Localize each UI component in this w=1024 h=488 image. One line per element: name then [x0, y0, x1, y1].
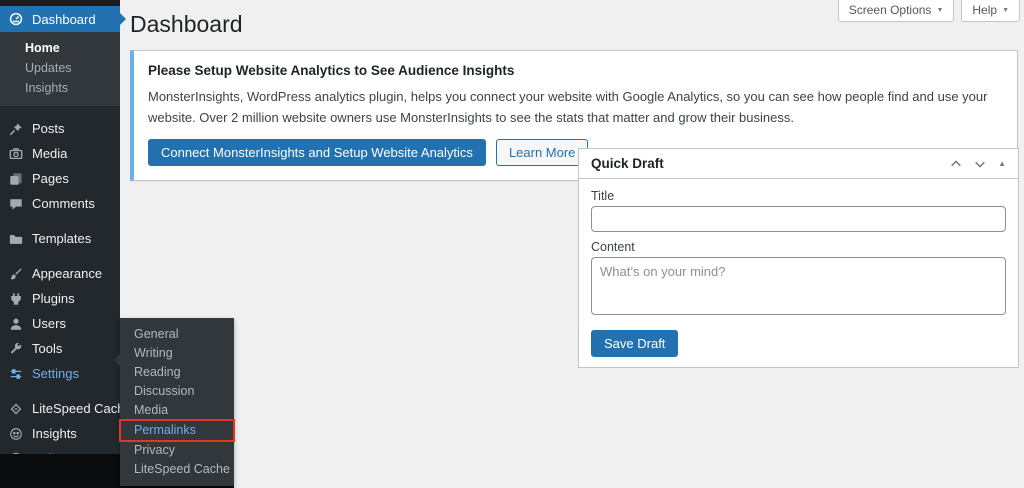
sidebar-item-label: Settings	[32, 366, 79, 381]
title-input[interactable]	[591, 206, 1006, 232]
quick-draft-widget: Quick Draft ▲ Title Content Save Draft	[578, 148, 1019, 368]
sidebar-item-comments[interactable]: Comments	[0, 191, 120, 216]
sidebar-subitem-home[interactable]: Home	[0, 38, 120, 58]
sidebar-item-tools[interactable]: Tools	[0, 336, 120, 361]
admin-menu: Dashboard Home Updates Insights Posts	[0, 6, 120, 471]
sidebar-item-insights[interactable]: Insights	[0, 421, 120, 446]
content-field-label: Content	[591, 240, 1006, 254]
flyout-item-writing[interactable]: Writing	[120, 344, 234, 363]
screen-options-button[interactable]: Screen Options ▼	[838, 0, 955, 22]
quick-draft-body: Title Content Save Draft	[579, 179, 1018, 367]
flyout-arrow	[114, 354, 120, 366]
screen-options-label: Screen Options	[849, 3, 932, 17]
sidebar-item-dashboard[interactable]: Dashboard	[0, 6, 120, 32]
chevron-down-icon: ▼	[936, 7, 943, 14]
sidebar-item-litespeed-cache[interactable]: LiteSpeed Cache	[0, 396, 120, 421]
sidebar-item-label: Templates	[32, 231, 91, 246]
move-down-icon[interactable]	[974, 158, 986, 170]
help-button[interactable]: Help ▼	[961, 0, 1020, 22]
admin-sidebar: Dashboard Home Updates Insights Posts	[0, 0, 120, 488]
notice-title: Please Setup Website Analytics to See Au…	[148, 63, 1003, 78]
pushpin-icon	[8, 121, 24, 137]
title-field-label: Title	[591, 189, 1006, 203]
sidebar-item-templates[interactable]: Templates	[0, 226, 120, 251]
flyout-item-reading[interactable]: Reading	[120, 363, 234, 382]
connect-monsterinsights-button[interactable]: Connect MonsterInsights and Setup Websit…	[148, 139, 486, 166]
sliders-icon	[8, 366, 24, 382]
flyout-item-discussion[interactable]: Discussion	[120, 382, 234, 401]
sidebar-item-label: Media	[32, 146, 67, 161]
dashboard-gauge-icon	[8, 11, 24, 27]
help-label: Help	[972, 3, 997, 17]
sidebar-item-label: Tools	[32, 341, 62, 356]
flyout-item-general[interactable]: General	[120, 325, 234, 344]
paintbrush-icon	[8, 266, 24, 282]
sidebar-item-pages[interactable]: Pages	[0, 166, 120, 191]
flyout-item-litespeed-cache[interactable]: LiteSpeed Cache	[120, 460, 234, 479]
sidebar-item-label: Users	[32, 316, 66, 331]
dashboard-submenu: Home Updates Insights	[0, 32, 120, 106]
flyout-item-privacy[interactable]: Privacy	[120, 441, 234, 460]
sidebar-item-label: Pages	[32, 171, 69, 186]
dashboard-submenu-wrap: Home Updates Insights	[0, 32, 120, 106]
collapse-panel-icon[interactable]: ▲	[998, 159, 1006, 168]
content-textarea[interactable]	[591, 257, 1006, 315]
sidebar-item-settings[interactable]: Settings	[0, 361, 120, 386]
wrench-icon	[8, 341, 24, 357]
sidebar-item-label: Comments	[32, 196, 95, 211]
save-draft-button[interactable]: Save Draft	[591, 330, 678, 357]
folder-icon	[8, 231, 24, 247]
comment-bubble-icon	[8, 196, 24, 212]
move-up-icon[interactable]	[950, 158, 962, 170]
camera-icon	[8, 146, 24, 162]
flyout-item-permalinks[interactable]: Permalinks	[120, 420, 234, 441]
sidebar-subitem-insights[interactable]: Insights	[0, 78, 120, 98]
sidebar-item-plugins[interactable]: Plugins	[0, 286, 120, 311]
sidebar-item-label: Appearance	[32, 266, 102, 281]
flyout-item-media[interactable]: Media	[120, 401, 234, 420]
sidebar-item-label: Plugins	[32, 291, 75, 306]
screen-meta-links: Screen Options ▼ Help ▼	[838, 0, 1020, 22]
monsterinsights-icon	[8, 426, 24, 442]
user-icon	[8, 316, 24, 332]
sidebar-item-label: Posts	[32, 121, 65, 136]
pages-icon	[8, 171, 24, 187]
sidebar-item-label: LiteSpeed Cache	[32, 401, 132, 416]
litespeed-diamond-icon	[8, 401, 24, 417]
quick-draft-title: Quick Draft	[591, 156, 664, 171]
chevron-down-icon: ▼	[1002, 7, 1009, 14]
settings-flyout-menu: General Writing Reading Discussion Media…	[120, 318, 234, 486]
sidebar-item-appearance[interactable]: Appearance	[0, 261, 120, 286]
quick-draft-header[interactable]: Quick Draft ▲	[579, 149, 1018, 179]
sidebar-subitem-updates[interactable]: Updates	[0, 58, 120, 78]
active-item-arrow	[119, 12, 126, 26]
sidebar-item-media[interactable]: Media	[0, 141, 120, 166]
sidebar-item-posts[interactable]: Posts	[0, 116, 120, 141]
plug-icon	[8, 291, 24, 307]
sidebar-item-label: Dashboard	[32, 12, 96, 27]
learn-more-button[interactable]: Learn More	[496, 139, 588, 166]
sidebar-item-users[interactable]: Users	[0, 311, 120, 336]
sidebar-item-label: Insights	[32, 426, 77, 441]
notice-body: MonsterInsights, WordPress analytics plu…	[148, 87, 1003, 129]
